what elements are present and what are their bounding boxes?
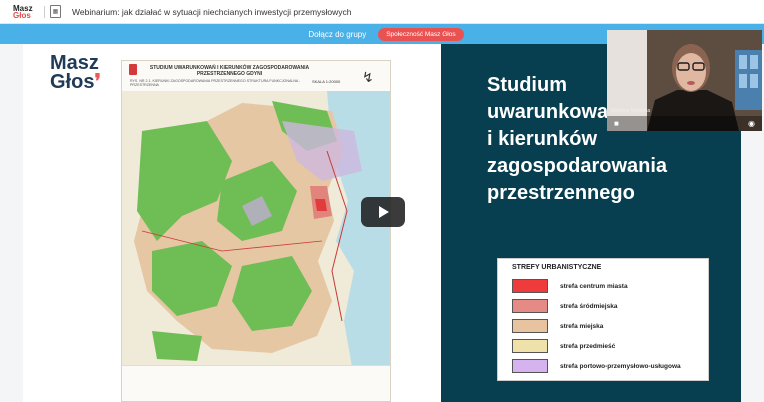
- camera-icon[interactable]: ■: [614, 119, 619, 128]
- slide-title-line: zagospodarowania: [487, 155, 668, 177]
- legend-item: strefa przedmieść: [512, 339, 615, 353]
- speaker-webcam[interactable]: Martyna Najorska ■ ◉: [607, 30, 762, 131]
- speech-bubble-icon: ❜: [94, 71, 101, 93]
- legend-label: strefa miejska: [560, 322, 604, 330]
- page-title: Webinarium: jak działać w sytuacji niech…: [72, 6, 352, 17]
- legend-swatch: [512, 319, 548, 333]
- legend-item: strefa portowo-przemysłowo-usługowa: [512, 359, 681, 373]
- slide-logo: Masz Głos❜: [50, 53, 101, 93]
- map-drawing: [122, 91, 390, 367]
- map-header: STUDIUM UWARUNKOWAŃ I KIERUNKÓW ZAGOSPOD…: [122, 61, 390, 91]
- app-logo[interactable]: Masz Głos: [13, 4, 41, 20]
- legend-swatch: [512, 339, 548, 353]
- compass-arrow-icon: ↯: [362, 69, 374, 85]
- urban-zones-legend: STREFY URBANISTYCZNE strefa centrum mias…: [497, 258, 709, 381]
- chat-icon[interactable]: ◉: [748, 119, 755, 128]
- top-header: Masz Głos ▦ Webinarium: jak działać w sy…: [0, 0, 764, 24]
- map-title: STUDIUM UWARUNKOWAŃ I KIERUNKÓW ZAGOSPOD…: [149, 65, 310, 77]
- divider: [44, 5, 45, 18]
- legend-item: strefa miejska: [512, 319, 603, 333]
- legend-label: strefa centrum miasta: [560, 282, 628, 290]
- logo-line-2: Głos: [13, 10, 31, 20]
- play-button[interactable]: [361, 197, 405, 227]
- city-emblem-icon: [129, 64, 137, 75]
- legend-swatch: [512, 299, 548, 313]
- legend-swatch: [512, 279, 548, 293]
- partner-badge-icon: ▦: [50, 5, 61, 18]
- legend-label: strefa przedmieść: [560, 342, 616, 350]
- legend-label: strefa portowo-przemysłowo-usługowa: [560, 362, 681, 370]
- slide-logo-line-2: Głos❜: [50, 71, 101, 93]
- join-group-button[interactable]: Społeczność Masz Głos: [378, 27, 464, 41]
- zoning-map: STUDIUM UWARUNKOWAŃ I KIERUNKÓW ZAGOSPOD…: [121, 60, 391, 402]
- webcam-controls: ■ ◉: [607, 116, 762, 131]
- play-icon: [379, 206, 389, 218]
- map-subtitle: RYS. NR 2.1. KIERUNKI ZAGOSPODAROWANIA P…: [130, 79, 301, 87]
- legend-label: strefa śródmiejska: [560, 302, 618, 310]
- legend-swatch: [512, 359, 548, 373]
- legend-item: strefa centrum miasta: [512, 279, 628, 293]
- speaker-name: Martyna Najorska: [611, 108, 651, 114]
- map-scale: SKALA 1:20000: [312, 79, 341, 84]
- map-legend-strip: [122, 365, 390, 401]
- legend-item: strefa śródmiejska: [512, 299, 617, 313]
- join-group-label: Dołącz do grupy: [308, 29, 367, 39]
- legend-heading: STREFY URBANISTYCZNE: [512, 264, 602, 271]
- slide-title-line: przestrzennego: [487, 182, 635, 204]
